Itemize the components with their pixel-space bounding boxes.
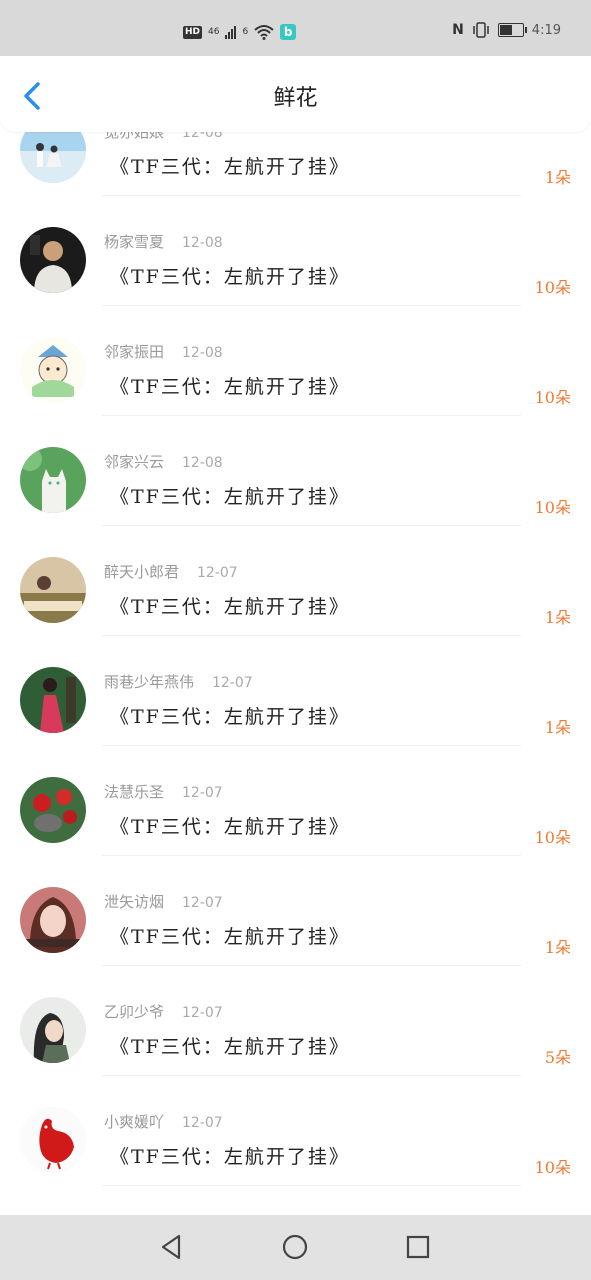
flower-amount: 10朵: [534, 1158, 571, 1177]
list-item[interactable]: 乙卯少爷 12-07 《TF三代：左航开了挂》 5朵: [0, 966, 591, 1076]
record-meta: 杨家雪夏 12-08: [104, 231, 223, 252]
record-meta: 小爽媛吖 12-07: [104, 1111, 223, 1132]
user-name: 邻家振田: [104, 343, 165, 361]
work-title[interactable]: 《TF三代：左航开了挂》: [110, 152, 350, 179]
flower-amount: 1朵: [544, 608, 571, 627]
flower-amount: 10朵: [534, 278, 571, 297]
nav-header: 鲜花: [0, 56, 591, 132]
record-date: 12-08: [182, 345, 223, 361]
record-meta: 邻家振田 12-08: [104, 341, 223, 362]
work-title[interactable]: 《TF三代：左航开了挂》: [110, 922, 350, 949]
list-item[interactable]: 邻家振田 12-08 《TF三代：左航开了挂》 10朵: [0, 306, 591, 416]
nav-recent-button[interactable]: [400, 1229, 436, 1265]
vibrate-icon: [473, 22, 489, 38]
record-date: 12-07: [197, 565, 238, 581]
status-right: N 4:19: [452, 22, 561, 38]
record-date: 12-07: [182, 1115, 223, 1131]
record-meta: 邻家兴云 12-08: [104, 451, 223, 472]
network-type: 46: [208, 27, 220, 37]
record-meta: 泄矢访烟 12-07: [104, 891, 223, 912]
avatar[interactable]: [20, 1107, 86, 1173]
record-date: 12-07: [212, 675, 253, 691]
work-title[interactable]: 《TF三代：左航开了挂》: [110, 702, 350, 729]
work-title[interactable]: 《TF三代：左航开了挂》: [110, 812, 350, 839]
circle-home-icon: [282, 1234, 308, 1260]
flower-record-list[interactable]: 宽亦姑娘 12-08 《TF三代：左航开了挂》 1朵 杨家雪夏 12-08 《TF三…: [0, 98, 591, 1215]
triangle-back-icon: [161, 1234, 181, 1260]
square-recent-icon: [406, 1235, 430, 1259]
wifi-standard: 6: [242, 27, 249, 37]
flower-amount: 5朵: [544, 1048, 571, 1067]
record-meta: 乙卯少爷 12-07: [104, 1001, 223, 1022]
user-name: 雨巷少年燕伟: [104, 673, 195, 691]
system-nav-bar: [0, 1215, 591, 1280]
work-title[interactable]: 《TF三代：左航开了挂》: [110, 1032, 350, 1059]
user-name: 法慧乐圣: [104, 783, 165, 801]
list-item[interactable]: 醉天小郎君 12-07 《TF三代：左航开了挂》 1朵: [0, 526, 591, 636]
flower-amount: 10朵: [534, 498, 571, 517]
work-title[interactable]: 《TF三代：左航开了挂》: [110, 1142, 350, 1169]
record-date: 12-08: [182, 235, 223, 251]
list-item[interactable]: 杨家雪夏 12-08 《TF三代：左航开了挂》 10朵: [0, 196, 591, 306]
battery-icon: [497, 23, 527, 37]
record-date: 12-08: [182, 455, 223, 471]
flower-amount: 1朵: [544, 168, 571, 187]
divider: [102, 1185, 521, 1186]
flower-amount: 10朵: [534, 388, 571, 407]
avatar[interactable]: [20, 667, 86, 733]
nfc-icon: N: [452, 22, 464, 38]
page-title: 鲜花: [273, 86, 318, 111]
work-title[interactable]: 《TF三代：左航开了挂》: [110, 372, 350, 399]
avatar[interactable]: [20, 557, 86, 623]
clock: 4:19: [531, 22, 561, 38]
list-item[interactable]: 法慧乐圣 12-07 《TF三代：左航开了挂》 10朵: [0, 746, 591, 856]
user-name: 乙卯少爷: [104, 1003, 165, 1021]
record-meta: 雨巷少年燕伟 12-07: [104, 671, 253, 692]
record-date: 12-07: [182, 1005, 223, 1021]
wifi-icon: [254, 25, 274, 40]
user-name: 醉天小郎君: [104, 563, 180, 581]
signal-icon: [225, 25, 237, 39]
user-name: 邻家兴云: [104, 453, 165, 471]
nav-home-button[interactable]: [277, 1229, 313, 1265]
status-indicators: HD 46 6 b: [183, 22, 297, 42]
list-item[interactable]: 小爽媛吖 12-07 《TF三代：左航开了挂》 10朵: [0, 1076, 591, 1186]
avatar[interactable]: [20, 447, 86, 513]
user-name: 小爽媛吖: [104, 1113, 165, 1131]
nav-back-button[interactable]: [154, 1229, 190, 1265]
record-meta: 法慧乐圣 12-07: [104, 781, 223, 802]
hd-badge: HD: [183, 25, 203, 39]
avatar[interactable]: [20, 777, 86, 843]
list-item[interactable]: 邻家兴云 12-08 《TF三代：左航开了挂》 10朵: [0, 416, 591, 526]
user-name: 泄矢访烟: [104, 893, 165, 911]
avatar[interactable]: [20, 887, 86, 953]
flower-amount: 10朵: [534, 828, 571, 847]
avatar[interactable]: [20, 997, 86, 1063]
record-date: 12-07: [182, 895, 223, 911]
app-notification-icon: b: [280, 24, 297, 40]
flower-amount: 1朵: [544, 718, 571, 737]
record-date: 12-07: [182, 785, 223, 801]
user-name: 杨家雪夏: [104, 233, 165, 251]
list-item[interactable]: 泄矢访烟 12-07 《TF三代：左航开了挂》 1朵: [0, 856, 591, 966]
avatar[interactable]: [20, 227, 86, 293]
status-bar: HD 46 6 b N 4:19: [0, 0, 591, 60]
work-title[interactable]: 《TF三代：左航开了挂》: [110, 592, 350, 619]
list-item[interactable]: 雨巷少年燕伟 12-07 《TF三代：左航开了挂》 1朵: [0, 636, 591, 746]
avatar[interactable]: [20, 337, 86, 403]
flower-amount: 1朵: [544, 938, 571, 957]
work-title[interactable]: 《TF三代：左航开了挂》: [110, 262, 350, 289]
work-title[interactable]: 《TF三代：左航开了挂》: [110, 482, 350, 509]
record-meta: 醉天小郎君 12-07: [104, 561, 238, 582]
